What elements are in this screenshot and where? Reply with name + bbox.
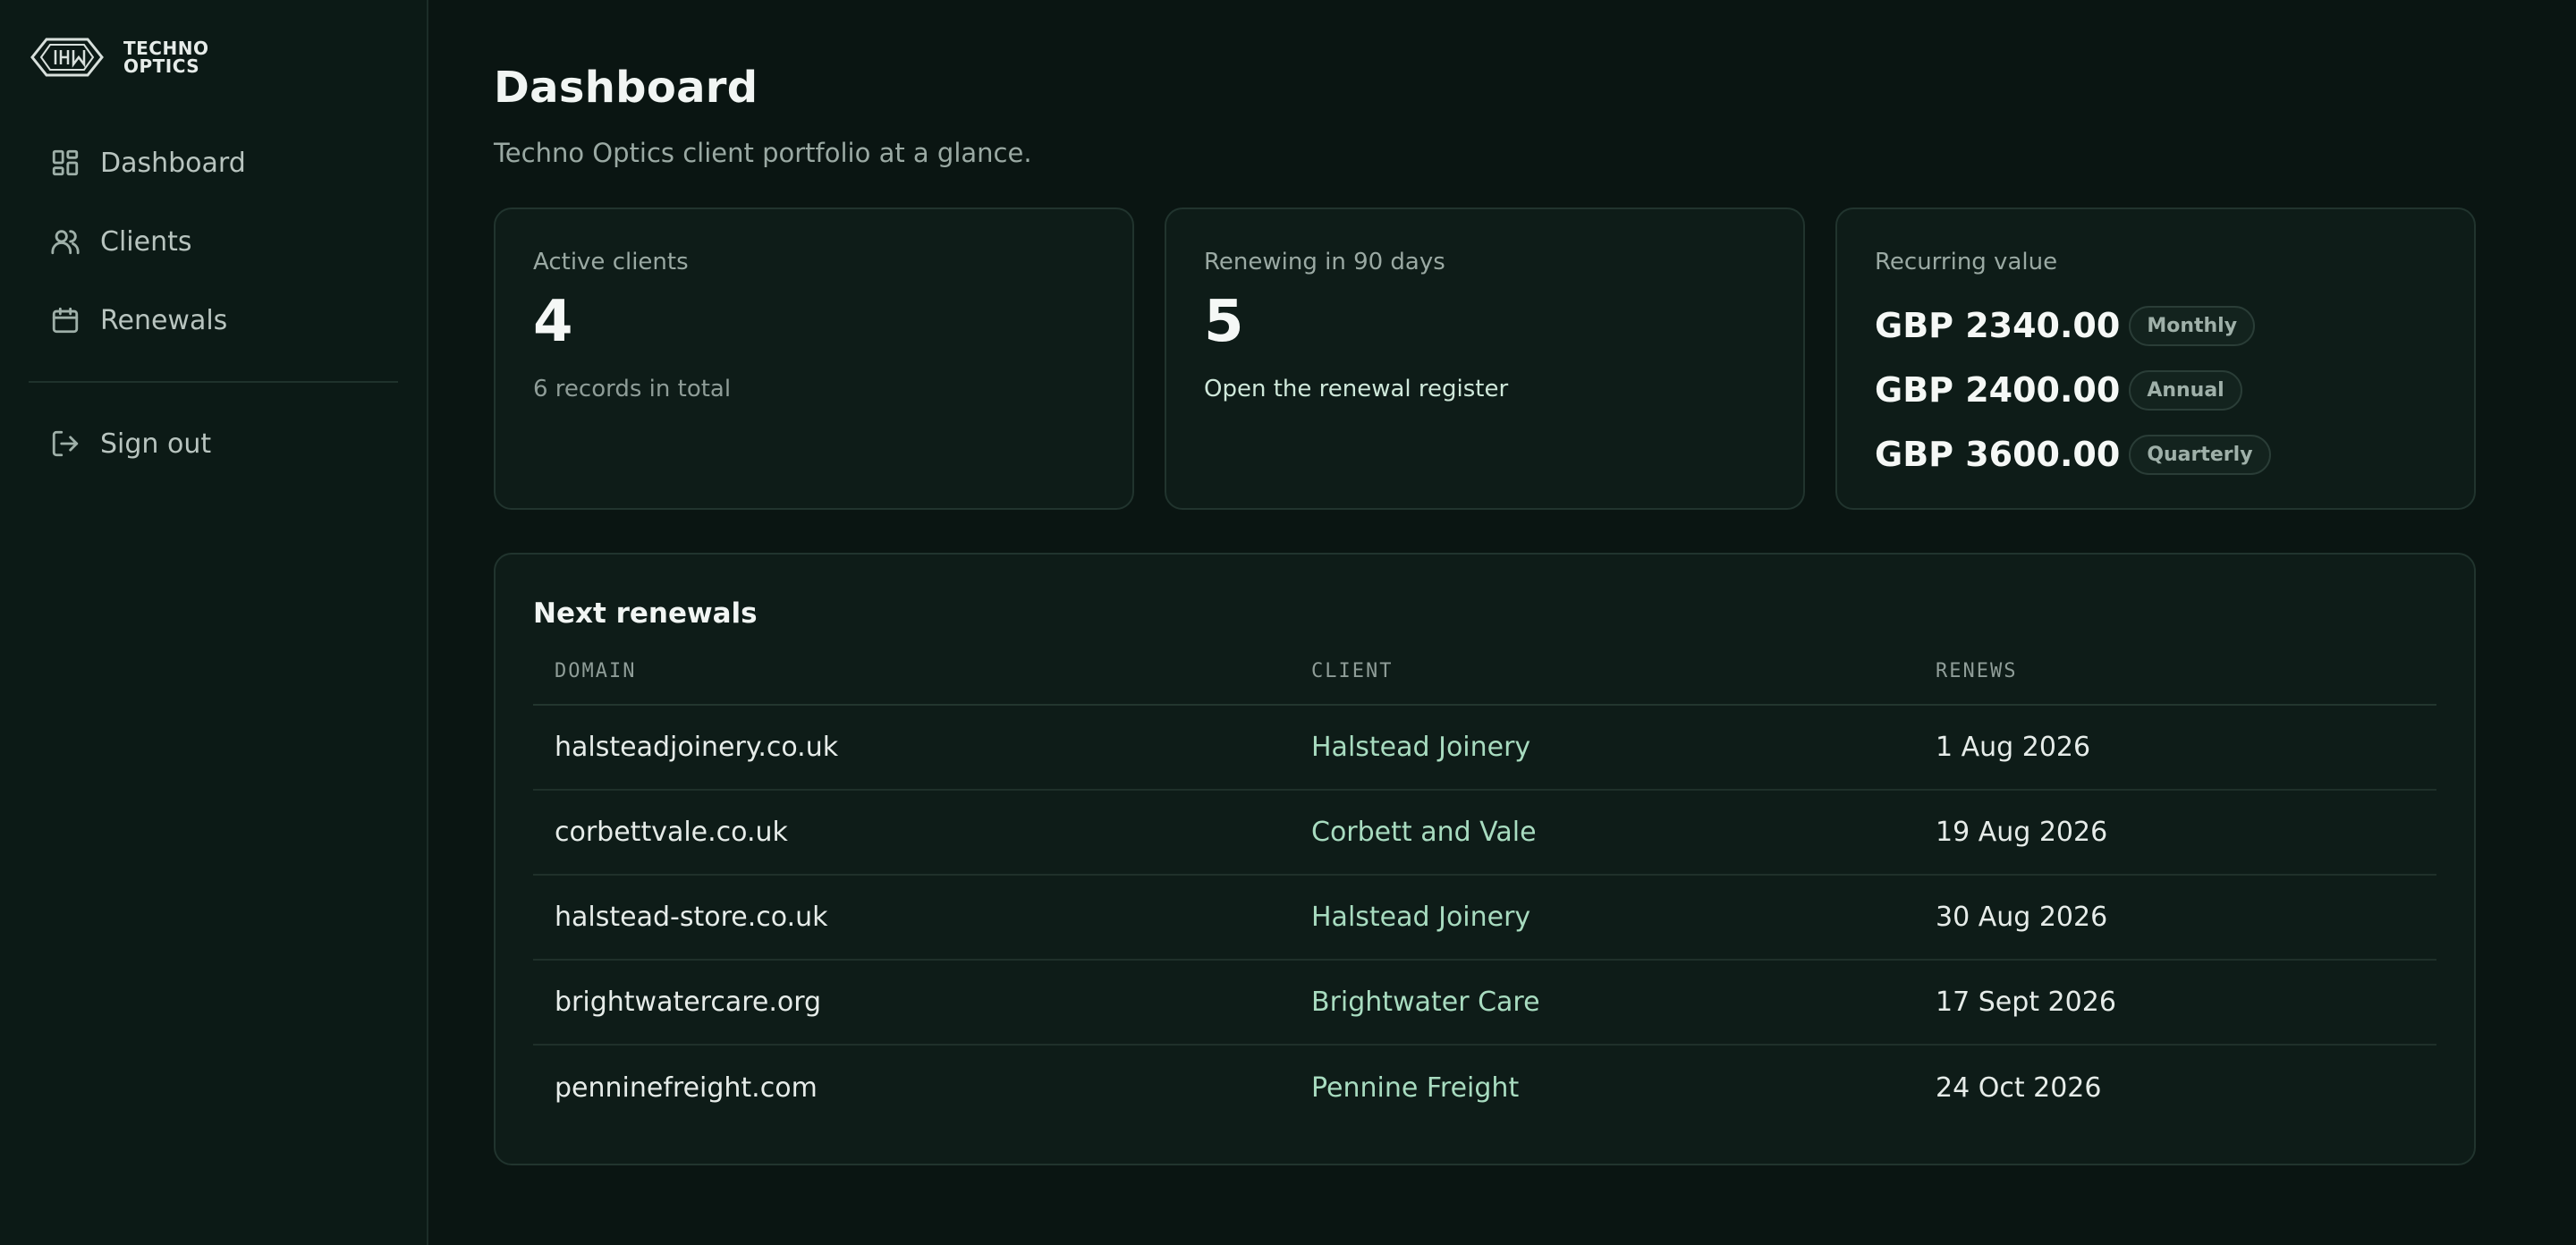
sidebar-item-clients[interactable]: Clients <box>29 202 398 281</box>
client-link[interactable]: Brightwater Care <box>1290 960 1914 1046</box>
sign-out-label: Sign out <box>100 428 212 460</box>
renewals-table: DOMAIN CLIENT RENEWS halsteadjoinery.co.… <box>533 651 2436 1130</box>
card-label: Renewing in 90 days <box>1204 249 1445 275</box>
app-root: TECHNO OPTICS Dashboard Clients Renewals… <box>0 0 2576 1245</box>
recurring-amount: GBP 3600.00 <box>1875 435 2121 474</box>
card-label: Active clients <box>533 249 689 275</box>
recurring-value-card: Recurring value GBP 2340.00 Monthly GBP … <box>1835 208 2476 510</box>
table-row[interactable]: halsteadjoinery.co.uk Halstead Joinery 1… <box>533 705 2436 791</box>
sign-out-button[interactable]: Sign out <box>29 404 398 483</box>
page-subtitle: Techno Optics client portfolio at a glan… <box>494 138 1032 168</box>
period-badge: Annual <box>2129 369 2242 411</box>
recurring-amount: GBP 2400.00 <box>1875 370 2121 410</box>
calendar-icon <box>52 307 79 334</box>
recurring-row: GBP 2340.00 Monthly <box>1875 293 2436 358</box>
renews-cell: 24 Oct 2026 <box>1936 1071 2102 1104</box>
table-row[interactable]: penninefreight.com Pennine Freight 24 Oc… <box>533 1045 2436 1130</box>
card-label: Recurring value <box>1875 249 2058 275</box>
period-badge: Quarterly <box>2129 434 2271 475</box>
table-row[interactable]: brightwatercare.org Brightwater Care 17 … <box>533 960 2436 1046</box>
main-content: Dashboard Techno Optics client portfolio… <box>428 0 2576 1245</box>
techno-optics-logo-icon <box>30 38 104 77</box>
recurring-row: GBP 2400.00 Annual <box>1875 358 2436 422</box>
users-icon <box>51 230 80 255</box>
domain-cell: brightwatercare.org <box>533 960 1290 1046</box>
renewing-count: 5 <box>1204 289 1244 355</box>
recurring-row: GBP 3600.00 Quarterly <box>1875 422 2436 487</box>
summary-cards: Active clients 4 6 records in total Rene… <box>494 208 2476 510</box>
sidebar-item-label: Renewals <box>100 304 228 336</box>
table-row[interactable]: corbettvale.co.uk Corbett and Vale 19 Au… <box>533 790 2436 876</box>
next-renewals-panel: Next renewals DOMAIN CLIENT RENEWS halst… <box>494 553 2476 1165</box>
recurring-amount: GBP 2340.00 <box>1875 306 2121 345</box>
period-badge: Monthly <box>2129 305 2256 346</box>
sidebar-item-label: Dashboard <box>100 147 246 179</box>
brand-name: TECHNO OPTICS <box>123 38 209 77</box>
renews-cell: 17 Sept 2026 <box>1914 960 2436 1046</box>
client-link[interactable]: Halstead Joinery <box>1290 875 1914 961</box>
records-total-note: 6 records in total <box>533 376 732 402</box>
client-link[interactable]: Pennine Freight <box>1290 1045 1914 1130</box>
sidebar: TECHNO OPTICS Dashboard Clients Renewals… <box>0 0 428 1245</box>
domain-cell: halstead-store.co.uk <box>533 875 1290 961</box>
table-row[interactable]: halstead-store.co.uk Halstead Joinery 30… <box>533 875 2436 961</box>
renewal-register-link[interactable]: Open the renewal register <box>1204 376 1508 402</box>
logout-icon <box>52 430 79 457</box>
renewing-card: Renewing in 90 days 5 Open the renewal r… <box>1165 208 1805 510</box>
sidebar-item-renewals[interactable]: Renewals <box>29 281 398 360</box>
client-link[interactable]: Corbett and Vale <box>1290 790 1914 876</box>
table-header-row: DOMAIN CLIENT RENEWS <box>533 651 2436 706</box>
sidebar-nav: Dashboard Clients Renewals <box>29 123 398 360</box>
client-link[interactable]: Halstead Joinery <box>1290 705 1914 791</box>
grid-icon <box>52 149 79 176</box>
brand[interactable]: TECHNO OPTICS <box>29 0 398 114</box>
active-clients-count: 4 <box>533 289 573 355</box>
domain-cell: penninefreight.com <box>555 1071 818 1104</box>
panel-title: Next renewals <box>533 597 758 630</box>
sidebar-item-label: Clients <box>100 225 192 258</box>
renews-cell: 30 Aug 2026 <box>1914 875 2436 961</box>
renews-cell: 19 Aug 2026 <box>1914 790 2436 876</box>
domain-cell: halsteadjoinery.co.uk <box>533 705 1290 791</box>
column-header-domain: DOMAIN <box>533 651 1290 706</box>
active-clients-card: Active clients 4 6 records in total <box>494 208 1134 510</box>
column-header-client: CLIENT <box>1290 651 1914 706</box>
page-title: Dashboard <box>494 63 758 113</box>
renews-cell: 1 Aug 2026 <box>1914 705 2436 791</box>
column-header-renews: RENEWS <box>1914 651 2436 706</box>
domain-cell: corbettvale.co.uk <box>533 790 1290 876</box>
sidebar-item-dashboard[interactable]: Dashboard <box>29 123 398 202</box>
sidebar-divider <box>29 381 398 383</box>
